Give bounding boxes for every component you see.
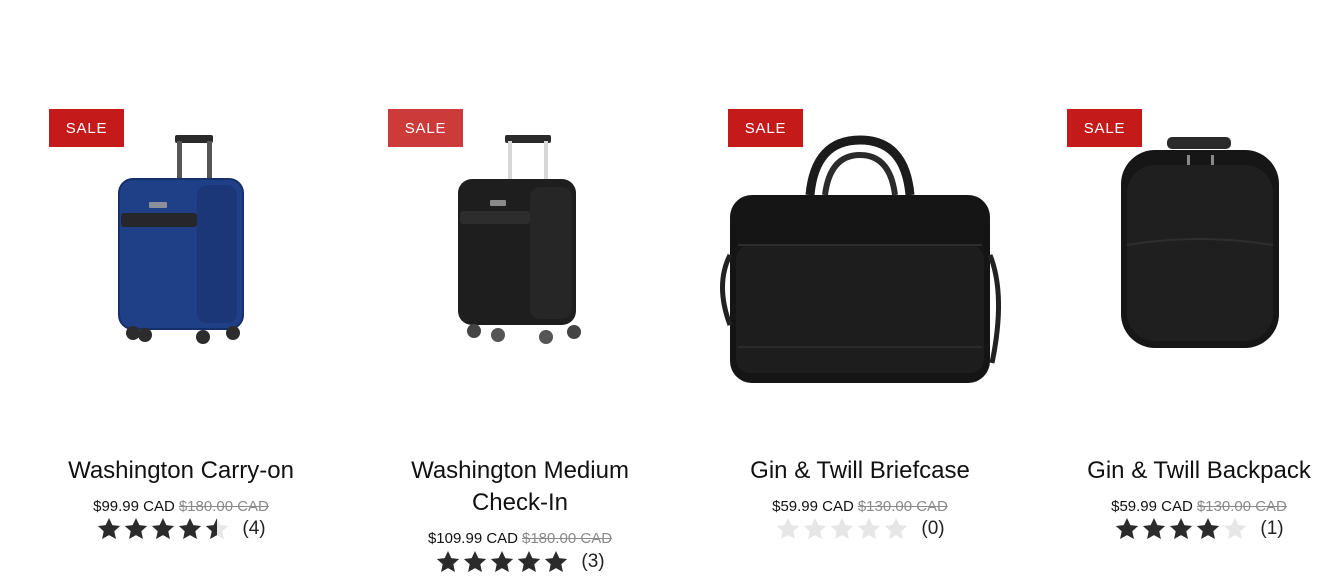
rating[interactable]: (4) [11,516,351,542]
price-row: $59.99 CAD $130.00 CAD [690,497,1030,517]
star-filled-icon [437,550,460,572]
product-media[interactable]: SALE [690,95,1030,425]
review-count[interactable]: (3) [581,551,604,573]
price-row: $109.99 CAD $180.00 CAD [350,529,690,549]
product-card[interactable]: SALE Gin & Twill Briefcase $59.99 CAD $13… [690,0,1030,582]
product-card[interactable]: SALE Washington Carry-on $99.99 CAD $180.… [11,0,351,582]
star-empty-icon [858,517,881,539]
review-count[interactable]: (0) [921,518,944,540]
product-media[interactable]: SALE [350,95,690,425]
sale-badge: SALE [728,109,803,147]
price-row: $99.99 CAD $180.00 CAD [11,497,351,517]
product-title-line: Check-In [471,489,569,516]
star-filled-icon [1197,517,1220,539]
star-filled-icon [98,517,121,539]
original-price: $180.00 CAD [178,498,269,515]
price-row: $59.99 CAD $130.00 CAD [1029,497,1337,517]
star-filled-icon [179,517,202,539]
review-count[interactable]: (1) [1260,518,1283,540]
star-filled-icon [491,550,514,572]
star-filled-icon [152,517,175,539]
sale-price: $99.99 CAD [93,498,175,515]
star-empty-icon [777,517,800,539]
star-half-icon [206,517,229,539]
star-filled-icon [518,550,541,572]
rating[interactable]: (3) [350,549,690,575]
review-count[interactable]: (4) [242,518,265,540]
product-grid: SALE Washington Carry-on $99.99 CAD $180.… [0,0,1337,582]
star-empty-icon [831,517,854,539]
star-empty-icon [1224,517,1247,539]
product-title[interactable]: Gin & Twill Briefcase [690,455,1030,487]
star-empty-icon [804,517,827,539]
sale-badge: SALE [49,109,124,147]
star-rating [775,516,909,542]
star-filled-icon [545,550,568,572]
product-title[interactable]: Gin & Twill Backpack [1029,455,1337,487]
product-media[interactable]: SALE [1029,95,1337,425]
product-card[interactable]: SALE Gin & Twill Backpack $59.99 CAD $130… [1029,0,1337,582]
product-title[interactable]: Washington Medium Check-In [350,455,690,519]
star-filled-icon [125,517,148,539]
star-rating [1114,516,1248,542]
sale-badge: SALE [1067,109,1142,147]
product-card[interactable]: SALE Washington Medium Check-In $109.99 … [350,0,690,582]
original-price: $130.00 CAD [1196,498,1287,515]
star-rating [96,516,230,542]
rating[interactable]: (0) [690,516,1030,542]
star-empty-icon [885,517,908,539]
star-filled-icon [1116,517,1139,539]
sale-price: $109.99 CAD [427,530,518,547]
original-price: $180.00 CAD [522,530,613,547]
rating[interactable]: (1) [1029,516,1337,542]
product-title-line: Washington Medium [411,457,629,484]
product-title[interactable]: Washington Carry-on [11,455,351,487]
star-filled-icon [464,550,487,572]
sale-price: $59.99 CAD [772,498,854,515]
product-media[interactable]: SALE [11,95,351,425]
original-price: $130.00 CAD [857,498,948,515]
star-filled-icon [1143,517,1166,539]
star-rating [435,549,569,575]
sale-badge: SALE [388,109,463,147]
star-filled-icon [1170,517,1193,539]
sale-price: $59.99 CAD [1111,498,1193,515]
